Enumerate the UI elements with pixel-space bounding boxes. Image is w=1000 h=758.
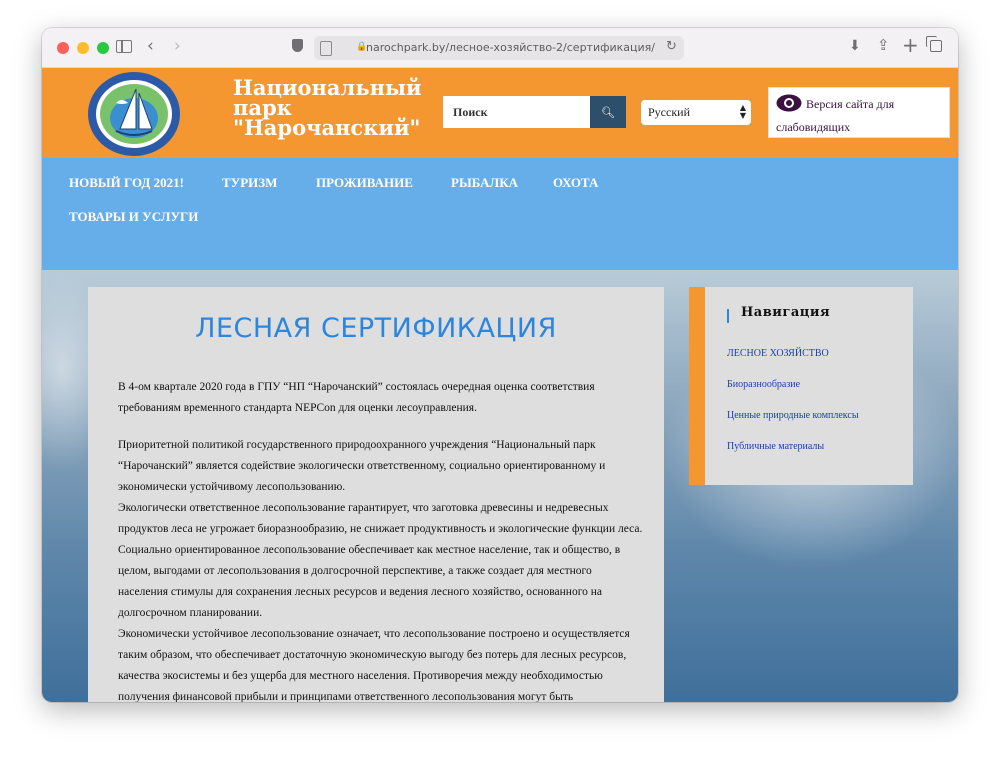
language-selected-value: Русский [648, 105, 690, 119]
nav-item-new-year[interactable]: НОВЫЙ ГОД 2021! [69, 175, 184, 191]
nav-item-hunting[interactable]: ОХОТА [553, 175, 598, 191]
minimize-window-button[interactable] [77, 42, 89, 54]
nav-item-goods-services[interactable]: ТОВАРЫ И УСЛУГИ [69, 209, 198, 225]
browser-toolbar: ‹ › 🔒 narochpark.by/лесное-хозяйство-2/с… [42, 28, 958, 68]
sidebar-navigation: Навигация ЛЕСНОЕ ХОЗЯЙСТВО Биоразнообраз… [689, 287, 913, 485]
browser-window: ‹ › 🔒 narochpark.by/лесное-хозяйство-2/с… [42, 28, 958, 702]
back-arrow-icon[interactable]: ‹ [147, 36, 154, 56]
page-title: ЛЕСНАЯ СЕРТИФИКАЦИЯ [195, 313, 557, 344]
search-input[interactable] [443, 96, 590, 128]
site-header: Национальный парк "Нарочанский" 🔍︎ Русск… [42, 68, 958, 158]
sidebar-toggle-icon[interactable] [116, 40, 132, 53]
paragraph: В 4-ом квартале 2020 года в ГПУ “НП “Нар… [118, 381, 595, 414]
forward-arrow-icon[interactable]: › [174, 36, 181, 56]
nav-item-accommodation[interactable]: ПРОЖИВАНИЕ [316, 175, 413, 191]
article-body: В 4-ом квартале 2020 года в ГПУ “НП “Нар… [118, 377, 644, 702]
web-page: Национальный парк "Нарочанский" 🔍︎ Русск… [42, 68, 958, 702]
search-icon: 🔍︎ [601, 106, 615, 119]
zoom-window-button[interactable] [97, 42, 109, 54]
page-menu-icon[interactable] [320, 41, 332, 56]
visually-impaired-label: Версия сайта для слабовидящих [776, 97, 895, 134]
sidebar-link-valuable-complexes[interactable]: Ценные природные комплексы [727, 410, 859, 421]
sidebar-title: Навигация [741, 305, 831, 320]
nav-item-fishing[interactable]: РЫБАЛКА [451, 175, 518, 191]
visually-impaired-version-link[interactable]: Версия сайта для слабовидящих [768, 87, 950, 138]
nav-item-tourism[interactable]: ТУРИЗМ [222, 175, 277, 191]
site-name[interactable]: Национальный парк "Нарочанский" [233, 77, 433, 138]
paragraph: Экологически ответственное лесопользован… [118, 502, 643, 535]
reload-icon[interactable]: ↻ [666, 39, 677, 54]
select-arrows-icon: ▲ ▼ [739, 103, 746, 120]
share-icon[interactable]: ⇪ [877, 36, 890, 54]
sidebar-title-marker [727, 309, 729, 323]
close-window-button[interactable] [57, 42, 69, 54]
main-navigation: НОВЫЙ ГОД 2021! ТУРИЗМ ПРОЖИВАНИЕ РЫБАЛК… [42, 158, 958, 270]
paragraph: Экономически устойчивое лесопользование … [118, 628, 630, 702]
new-tab-icon[interactable]: + [902, 33, 919, 57]
paragraph: Приоритетной политикой государственного … [118, 439, 606, 493]
privacy-shield-icon[interactable] [292, 39, 303, 52]
tab-overview-icon[interactable] [926, 36, 942, 52]
language-select[interactable]: Русский ▲ ▼ [641, 100, 751, 125]
url-text[interactable]: narochpark.by/лесное-хозяйство-2/сертифи… [366, 41, 655, 54]
park-logo-icon[interactable] [86, 71, 182, 157]
sidebar-link-biodiversity[interactable]: Биоразнообразие [727, 379, 800, 390]
sidebar-accent-bar [689, 287, 705, 485]
search-button[interactable]: 🔍︎ [590, 96, 626, 128]
address-bar[interactable]: 🔒 narochpark.by/лесное-хозяйство-2/серти… [314, 36, 684, 60]
download-icon[interactable]: ⬇ [849, 38, 861, 54]
article-content: ЛЕСНАЯ СЕРТИФИКАЦИЯ В 4-ом квартале 2020… [88, 287, 664, 702]
paragraph: Социально ориентированное лесопользовани… [118, 544, 621, 619]
sidebar-link-forestry[interactable]: ЛЕСНОЕ ХОЗЯЙСТВО [727, 348, 829, 359]
sidebar-link-public-materials[interactable]: Публичные материалы [727, 441, 824, 452]
